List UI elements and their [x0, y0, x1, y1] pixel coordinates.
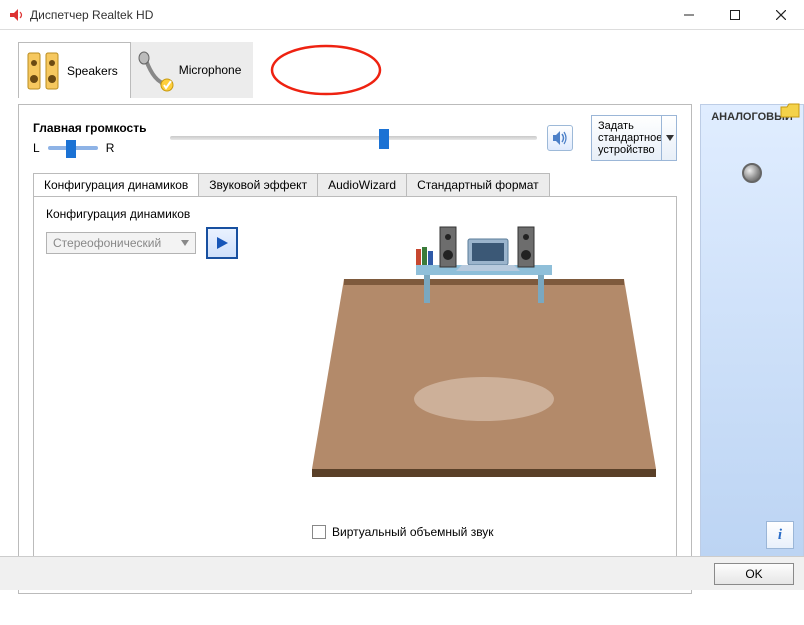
balance-left-label: L [33, 141, 40, 155]
subtab-default-format[interactable]: Стандартный формат [406, 173, 550, 196]
info-button[interactable]: i [766, 521, 794, 549]
set-default-device-button[interactable]: Задать стандартное устройство [591, 115, 677, 161]
balance-slider[interactable]: L R [33, 141, 146, 155]
balance-right-label: R [106, 141, 115, 155]
maximize-button[interactable] [712, 0, 758, 30]
tab-microphone-label: Microphone [179, 63, 242, 77]
main-volume-label: Главная громкость [33, 121, 146, 135]
folder-icon [779, 101, 801, 119]
volume-row: Главная громкость L R Задать с [33, 115, 677, 161]
tab-speakers-label: Speakers [67, 64, 118, 78]
default-device-dropdown-caret[interactable] [661, 115, 677, 161]
microphone-icon [135, 48, 175, 92]
mute-button[interactable] [547, 125, 573, 151]
speaker-config-selected: Стереофонический [53, 236, 161, 250]
tab-speakers[interactable]: Speakers [18, 42, 131, 98]
tab-microphone[interactable]: Microphone [131, 42, 254, 98]
room-illustration [304, 209, 664, 509]
speakers-icon [23, 49, 63, 93]
analog-panel: АНАЛОГОВЫЙ [700, 104, 804, 558]
speaker-config-select[interactable]: Стереофонический [46, 232, 196, 254]
config-subpanel: Конфигурация динамиков Стереофонический [33, 196, 677, 568]
ok-button[interactable]: OK [714, 563, 794, 585]
chevron-down-icon [181, 240, 189, 246]
device-tabs: Speakers Microphone [18, 42, 692, 98]
window-title: Диспетчер Realtek HD [30, 8, 666, 22]
subtab-speaker-config[interactable]: Конфигурация динамиков [33, 173, 199, 196]
virtual-surround-row: Виртуальный объемный звук [312, 525, 494, 539]
default-device-line3: устройство [598, 144, 655, 156]
config-tabs: Конфигурация динамиков Звуковой эффект A… [33, 173, 677, 196]
analog-jack-1[interactable] [742, 163, 762, 183]
default-device-line1: Задать [598, 120, 634, 132]
close-button[interactable] [758, 0, 804, 30]
default-device-line2: стандартное [598, 132, 662, 144]
app-icon [8, 7, 24, 23]
footer: i OK [0, 556, 804, 590]
virtual-surround-checkbox[interactable] [312, 525, 326, 539]
main-volume-slider[interactable] [170, 136, 537, 140]
test-play-button[interactable] [206, 227, 238, 259]
minimize-button[interactable] [666, 0, 712, 30]
virtual-surround-label: Виртуальный объемный звук [332, 525, 494, 539]
titlebar: Диспетчер Realtek HD [0, 0, 804, 30]
subtab-sound-effect[interactable]: Звуковой эффект [198, 173, 318, 196]
main-panel: Главная громкость L R Задать с [18, 104, 692, 594]
subtab-audiowizard[interactable]: AudioWizard [317, 173, 407, 196]
annotation-circle [268, 40, 388, 98]
